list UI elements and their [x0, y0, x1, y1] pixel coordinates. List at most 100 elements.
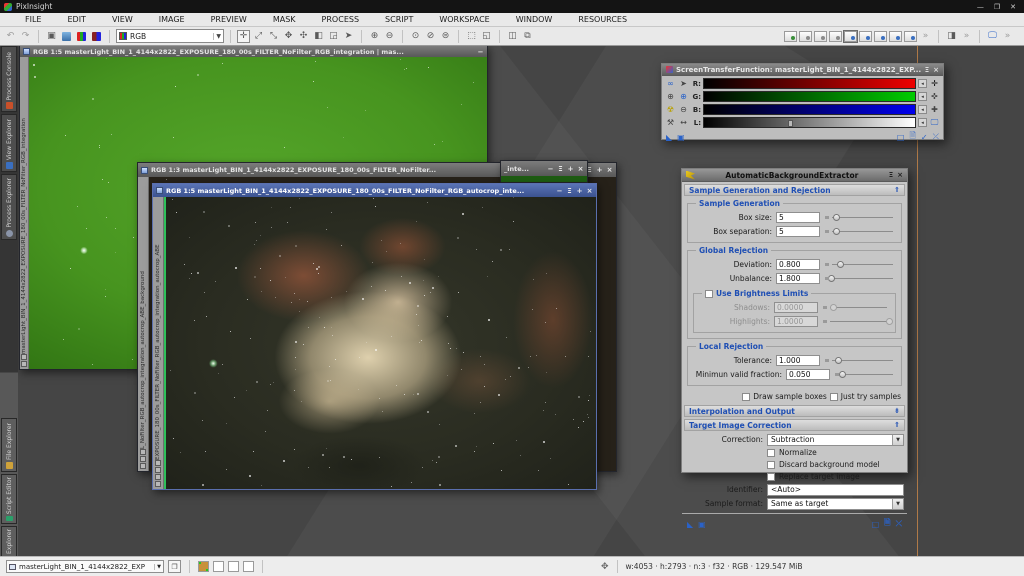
- app-close-button[interactable]: ✕: [1010, 3, 1016, 11]
- stf-titlebar[interactable]: ScreenTransferFunction: masterLight_BIN_…: [662, 64, 943, 76]
- collapse-up-icon[interactable]: ⇑: [894, 186, 900, 194]
- process-icon-save[interactable]: [889, 31, 902, 42]
- strip-icon[interactable]: [155, 481, 161, 487]
- window-iconify-button[interactable]: Ξ: [566, 187, 573, 195]
- replace-target-image-checkbox[interactable]: [767, 473, 775, 481]
- sidebar-item-view-explorer[interactable]: View Explorer: [1, 114, 17, 172]
- link-rgb-icon[interactable]: ∞: [665, 78, 676, 89]
- highlights-slider[interactable]: [822, 316, 889, 327]
- image-window-autocrop[interactable]: RGB 1:5 masterLight_BIN_1_4144x2822_EXPO…: [152, 183, 597, 490]
- abe-background-side-strip[interactable]: L_NoFilter_RGB_autocrop_integration_auto…: [138, 177, 149, 471]
- stf-blue-channel-bar[interactable]: [703, 104, 916, 115]
- window-close-button[interactable]: ×: [606, 166, 613, 174]
- apply-icon[interactable]: ▣: [677, 133, 685, 142]
- box-separation-input[interactable]: 5: [776, 226, 820, 237]
- process-icon-settings[interactable]: [904, 31, 917, 42]
- strip-icon[interactable]: [155, 474, 161, 480]
- menu-view[interactable]: VIEW: [99, 15, 146, 24]
- track-view-icon[interactable]: □: [897, 133, 905, 142]
- workspace-thumbnail-3[interactable]: [228, 561, 239, 572]
- strip-icon[interactable]: [155, 467, 161, 473]
- screen-monitor-icon[interactable]: 🖵: [929, 117, 940, 128]
- green-reset-icon[interactable]: ◂: [918, 92, 927, 101]
- process-icon-explorer[interactable]: [844, 31, 857, 42]
- tile-windows-icon[interactable]: ◫: [506, 30, 519, 43]
- discard-background-model-checkbox[interactable]: [767, 461, 775, 469]
- stf-red-channel-bar[interactable]: [703, 78, 916, 89]
- image-window-shaded[interactable]: _inte... − Ξ + ×: [500, 160, 588, 183]
- select-mode-icon[interactable]: ➤: [342, 30, 355, 43]
- panel-overflow-icon[interactable]: »: [960, 30, 973, 43]
- sidebar-item-process-explorer[interactable]: Process Explorer: [1, 174, 17, 240]
- window-iconify-button[interactable]: Ξ: [557, 165, 564, 173]
- apply-icon[interactable]: ▣: [698, 520, 706, 529]
- window-close-button[interactable]: ×: [577, 165, 584, 173]
- readout-mode-icon[interactable]: ↔: [678, 117, 689, 128]
- deviation-slider[interactable]: [824, 259, 895, 270]
- process-icon-remove[interactable]: [874, 31, 887, 42]
- screen-stf-icon[interactable]: 🖵: [986, 30, 999, 43]
- shadows-input[interactable]: 0.0000: [774, 302, 818, 313]
- window-selector[interactable]: masterLight_BIN_1_4144x2822_EXP ▼: [6, 560, 164, 573]
- edit-preview-icon[interactable]: ◲: [327, 30, 340, 43]
- browse-doc-icon[interactable]: 🗎: [884, 517, 890, 531]
- unbalance-input[interactable]: 1.800: [776, 273, 820, 284]
- scroll-mode-icon[interactable]: ✥: [282, 30, 295, 43]
- sidebar-item-process-console[interactable]: Process Console: [1, 46, 17, 112]
- strip-icon[interactable]: [140, 449, 146, 455]
- white-point-target-icon[interactable]: ✚: [929, 104, 940, 115]
- reset-arrows-icon[interactable]: ⤫: [896, 519, 902, 529]
- integration-window-titlebar[interactable]: RGB 1:5 masterLight_BIN_1_4144x2822_EXPO…: [20, 46, 487, 57]
- process-icon-new-instance[interactable]: [784, 31, 797, 42]
- box-size-slider[interactable]: [824, 212, 895, 223]
- blue-reset-icon[interactable]: ◂: [918, 105, 927, 114]
- midtone-target-icon[interactable]: ✜: [929, 91, 940, 102]
- menu-script[interactable]: SCRIPT: [372, 15, 426, 24]
- window-close-button[interactable]: ×: [586, 187, 593, 195]
- box-size-input[interactable]: 5: [776, 212, 820, 223]
- workspace-thumbnail-1[interactable]: [198, 561, 209, 572]
- new-image-icon[interactable]: ▣: [45, 30, 58, 43]
- menu-process[interactable]: PROCESS: [309, 15, 372, 24]
- dialog-iconify-button[interactable]: Ξ: [925, 66, 929, 74]
- app-maximize-button[interactable]: ❐: [994, 3, 1000, 11]
- highlights-input[interactable]: 1.0000: [774, 316, 818, 327]
- strip-icon[interactable]: [140, 456, 146, 462]
- toolbar-overflow-icon[interactable]: »: [919, 30, 932, 43]
- enabled-check-icon[interactable]: ✓: [921, 133, 928, 142]
- zoom-in-icon[interactable]: ⊕: [368, 30, 381, 43]
- just-try-samples-checkbox[interactable]: [830, 393, 838, 401]
- menu-image[interactable]: IMAGE: [146, 15, 198, 24]
- red-reset-icon[interactable]: ◂: [918, 79, 927, 88]
- reset-arrows-icon[interactable]: ⤫: [933, 132, 939, 142]
- section-sample-generation-rejection[interactable]: Sample Generation and Rejection ⇑: [684, 184, 905, 196]
- collapse-up-icon[interactable]: ⇑: [894, 421, 900, 429]
- stf-dialog[interactable]: ScreenTransferFunction: masterLight_BIN_…: [661, 63, 944, 140]
- workspace-thumbnail-4[interactable]: [243, 561, 254, 572]
- window-shade-button[interactable]: −: [556, 187, 563, 195]
- strip-icon[interactable]: [21, 354, 27, 360]
- stf-midtone-handle[interactable]: [788, 120, 793, 127]
- window-zoom-button[interactable]: +: [567, 165, 574, 173]
- min-valid-fraction-input[interactable]: 0.050: [786, 369, 830, 380]
- menu-resources[interactable]: RESOURCES: [565, 15, 640, 24]
- autocrop-side-strip[interactable]: EXPOSURE_180_00s_FILTER_NoFilter_RGB_aut…: [153, 197, 164, 489]
- menu-workspace[interactable]: WORKSPACE: [426, 15, 502, 24]
- abe-titlebar[interactable]: AutomaticBackgroundExtractor Ξ ×: [682, 169, 907, 182]
- stf-green-channel-bar[interactable]: [703, 91, 916, 102]
- sidebar-item-script-editor[interactable]: Script Editor: [1, 474, 17, 524]
- menu-preview[interactable]: PREVIEW: [198, 15, 260, 24]
- process-icon-add[interactable]: [859, 31, 872, 42]
- autocrop-window-titlebar[interactable]: RGB 1:5 masterLight_BIN_1_4144x2822_EXPO…: [153, 184, 596, 197]
- section-interpolation-output[interactable]: Interpolation and Output ⇟: [684, 405, 905, 417]
- display-channel-selector[interactable]: RGB ▼: [116, 29, 224, 43]
- window-zoom-button[interactable]: +: [576, 187, 583, 195]
- zoom-11-stf-icon[interactable]: ⊕: [678, 91, 689, 102]
- selection-icon[interactable]: ⬚: [465, 30, 478, 43]
- shadows-slider[interactable]: [822, 302, 889, 313]
- split-channels-icon[interactable]: [90, 30, 103, 43]
- center-image-icon[interactable]: ✣: [297, 30, 310, 43]
- app-minimize-button[interactable]: —: [977, 3, 984, 11]
- window-shade-button[interactable]: −: [547, 165, 554, 173]
- duplicate-window-icon[interactable]: [60, 30, 73, 43]
